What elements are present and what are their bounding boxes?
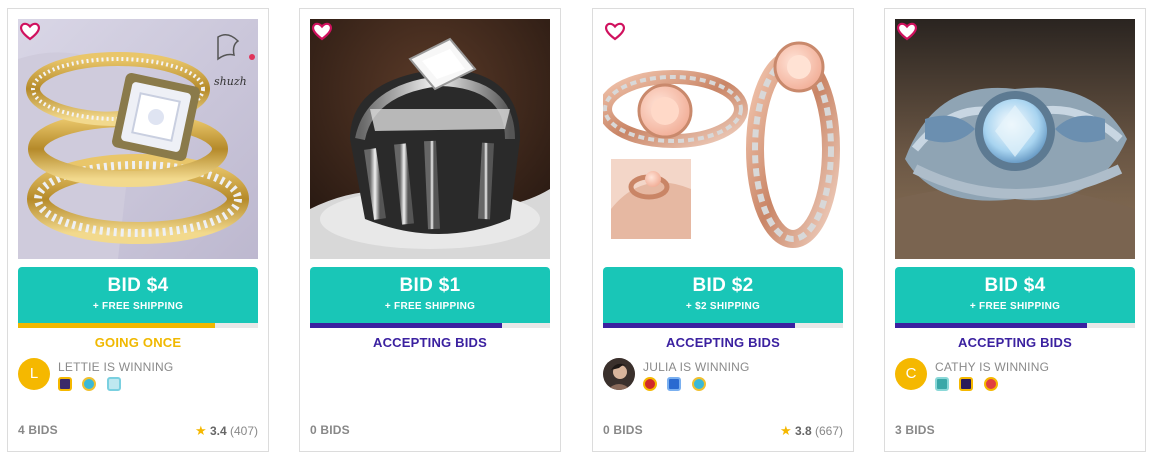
cat-badge-icon: [959, 377, 974, 391]
winner-text: CATHY IS WINNING: [935, 360, 1049, 374]
avatar[interactable]: C: [895, 358, 927, 390]
favorite-heart-icon[interactable]: [310, 19, 334, 43]
auction-card[interactable]: shuzh BID $4 + FREE SHIPPING GOING ONCE …: [7, 8, 269, 452]
seller-rating[interactable]: ★ 3.8 (667): [780, 423, 843, 439]
rating-score: 3.4: [209, 424, 227, 438]
robot-badge-icon: [935, 377, 949, 391]
progress-fill: [603, 323, 795, 328]
auction-progress-bar: [18, 323, 258, 328]
ring-badge-icon: [983, 377, 998, 391]
badge-list: [935, 377, 1004, 391]
watermark-text: shuzh: [214, 75, 247, 88]
bid-amount-label: BID $4: [107, 275, 169, 296]
favorite-heart-icon[interactable]: [895, 19, 919, 43]
bus-badge-icon: [667, 377, 682, 391]
winner-text: LETTIE IS WINNING: [58, 360, 173, 374]
winner-suffix: IS WINNING: [679, 360, 750, 374]
gift-badge-icon: [106, 377, 121, 391]
bid-amount-label: BID $4: [984, 275, 1046, 296]
winner-name[interactable]: LETTIE: [58, 360, 100, 374]
winner-suffix: IS WINNING: [979, 360, 1050, 374]
shipping-label: + FREE SHIPPING: [92, 301, 184, 312]
product-image[interactable]: [310, 19, 550, 259]
bid-count: 0 BIDS: [603, 423, 643, 437]
auction-card[interactable]: BID $1 + FREE SHIPPING ACCEPTING BIDS 0 …: [299, 8, 561, 452]
shipping-label: + $2 SHIPPING: [685, 301, 761, 312]
progress-fill: [895, 323, 1087, 328]
bid-button[interactable]: BID $4 + FREE SHIPPING: [18, 267, 258, 323]
flower-badge-icon: [82, 377, 97, 391]
rating-count: (667): [814, 424, 843, 438]
bid-count: 0 BIDS: [310, 423, 350, 437]
favorite-heart-icon[interactable]: [603, 19, 627, 43]
rating-score: 3.8: [794, 424, 812, 438]
progress-fill: [310, 323, 502, 328]
badge-list: [58, 377, 127, 391]
avatar[interactable]: [603, 358, 635, 390]
winner-info[interactable]: C CATHY IS WINNING: [895, 358, 1135, 392]
bid-button[interactable]: BID $2 + $2 SHIPPING: [603, 267, 843, 323]
winner-name[interactable]: CATHY: [935, 360, 976, 374]
auction-status: ACCEPTING BIDS: [665, 335, 781, 350]
winner-info[interactable]: L LETTIE IS WINNING: [18, 358, 258, 392]
progress-fill: [18, 323, 215, 328]
bid-button[interactable]: BID $1 + FREE SHIPPING: [310, 267, 550, 323]
auction-status: GOING ONCE: [94, 335, 182, 350]
auction-progress-bar: [603, 323, 843, 328]
seller-rating[interactable]: ★ 3.4 (407): [195, 423, 258, 439]
crown-badge-icon: [58, 377, 72, 391]
bid-button[interactable]: BID $4 + FREE SHIPPING: [895, 267, 1135, 323]
shipping-label: + FREE SHIPPING: [384, 301, 476, 312]
star-icon: ★: [194, 423, 207, 438]
flower-badge-icon: [691, 377, 706, 391]
favorite-heart-icon[interactable]: [18, 19, 42, 43]
shipping-label: + FREE SHIPPING: [969, 301, 1061, 312]
badge-list: [643, 377, 712, 391]
auction-card[interactable]: BID $4 + FREE SHIPPING ACCEPTING BIDS C …: [884, 8, 1146, 452]
bid-amount-label: BID $1: [399, 275, 461, 296]
winner-suffix: IS WINNING: [103, 360, 174, 374]
auction-progress-bar: [310, 323, 550, 328]
bid-amount-label: BID $2: [692, 275, 754, 296]
bid-count: 3 BIDS: [895, 423, 935, 437]
auction-card[interactable]: BID $2 + $2 SHIPPING ACCEPTING BIDS JULI…: [592, 8, 854, 452]
winner-name[interactable]: JULIA: [643, 360, 676, 374]
ladybug-badge-icon: [643, 377, 657, 391]
winner-text: JULIA IS WINNING: [643, 360, 750, 374]
avatar[interactable]: L: [18, 358, 50, 390]
star-icon: ★: [779, 423, 792, 438]
auction-status: ACCEPTING BIDS: [957, 335, 1073, 350]
auction-progress-bar: [895, 323, 1135, 328]
bid-count: 4 BIDS: [18, 423, 58, 437]
auction-status: ACCEPTING BIDS: [372, 335, 488, 350]
product-image[interactable]: [895, 19, 1135, 259]
product-image[interactable]: [603, 19, 843, 259]
product-image[interactable]: shuzh: [18, 19, 258, 259]
winner-info[interactable]: JULIA IS WINNING: [603, 358, 843, 392]
auction-grid: shuzh BID $4 + FREE SHIPPING GOING ONCE …: [0, 0, 1156, 458]
rating-count: (407): [229, 424, 258, 438]
